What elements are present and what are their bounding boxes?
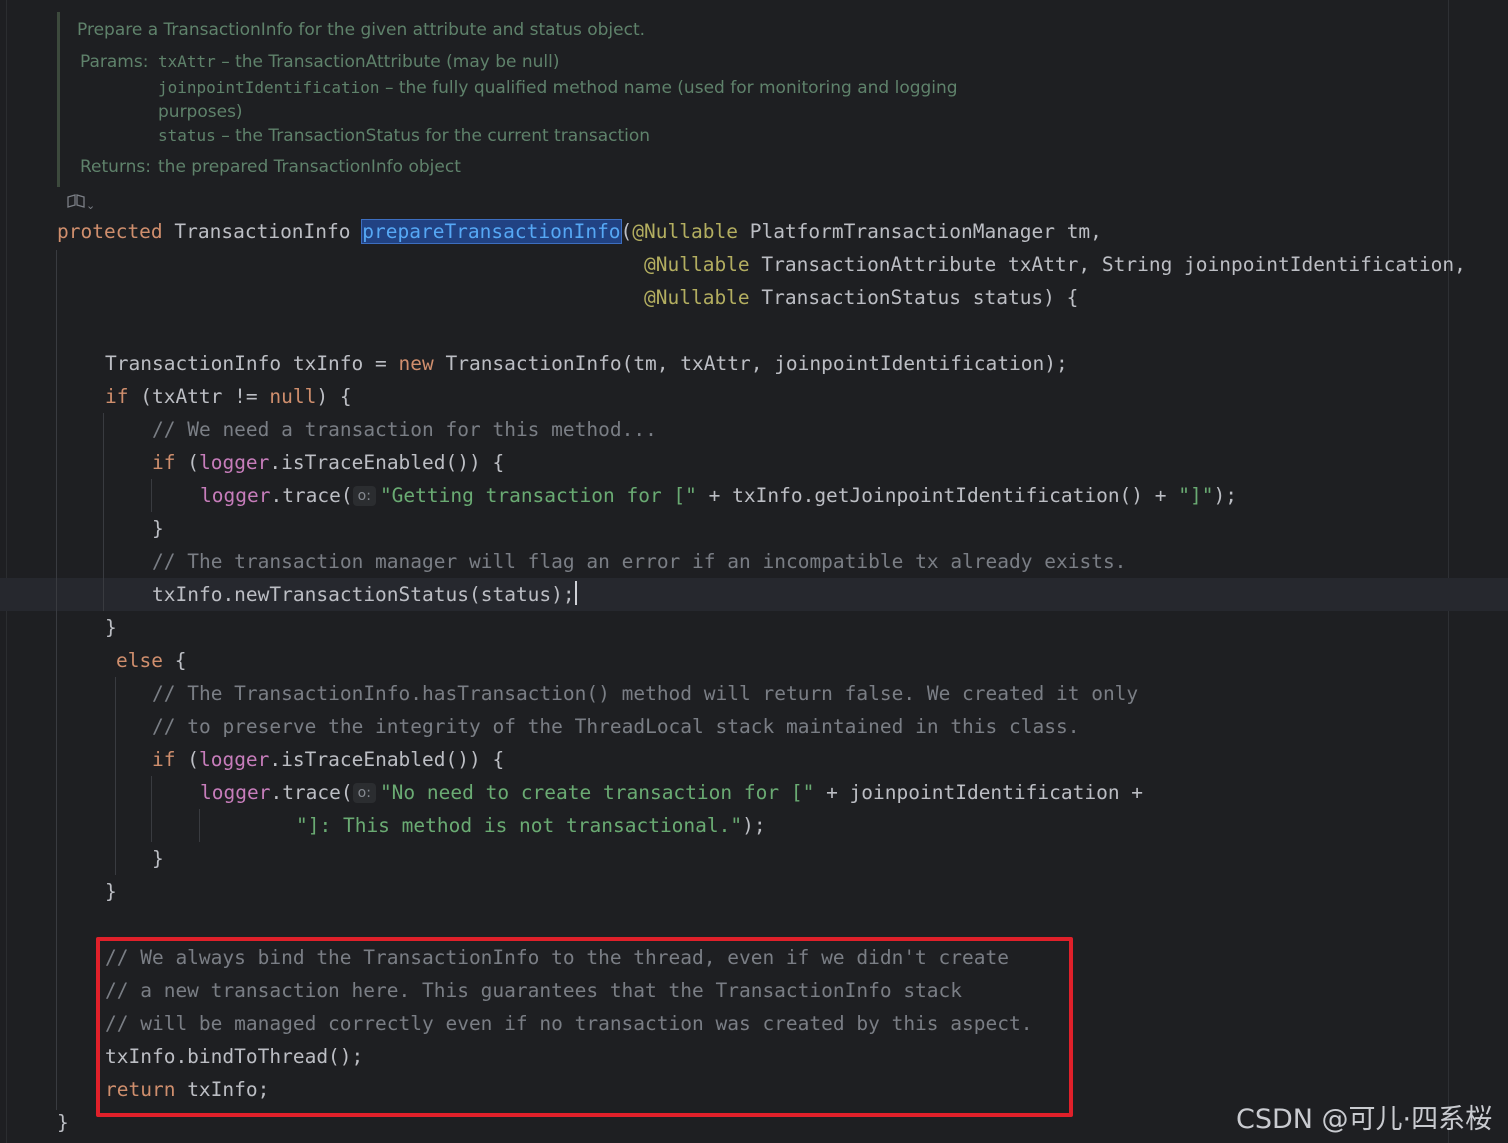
indent-guide (151, 479, 152, 512)
indent-guide (103, 413, 104, 611)
javadoc-block: Prepare a TransactionInfo for the given … (57, 12, 1020, 187)
code-line-trace-cont[interactable]: "]: This method is not transactional."); (296, 809, 766, 842)
parameter-hint: o: (352, 486, 376, 506)
code-line-brace[interactable]: } (152, 512, 164, 545)
indent-guide (151, 776, 152, 842)
code-line-if-trace[interactable]: if (logger.isTraceEnabled()) { (152, 743, 504, 776)
code-line-if-txattr[interactable]: if (txAttr != null) { (105, 380, 352, 413)
code-line-comment[interactable]: // The transaction manager will flag an … (152, 545, 1126, 578)
right-margin-guide (1448, 0, 1449, 1143)
doc-params-label: Params: (80, 52, 149, 72)
code-line-if-trace[interactable]: if (logger.isTraceEnabled()) { (152, 446, 504, 479)
code-line-brace[interactable]: } (105, 875, 117, 908)
reader-mode-toggle-icon[interactable]: ⌄ (66, 193, 95, 213)
parameter-hint: o: (352, 783, 376, 803)
annotation-highlight-box (96, 937, 1073, 1117)
doc-summary: Prepare a TransactionInfo for the given … (77, 20, 646, 40)
indent-guide (115, 677, 116, 875)
doc-returns-text: the prepared TransactionInfo object (158, 157, 461, 177)
text-caret (574, 581, 577, 605)
indent-guide (199, 809, 200, 842)
code-line-signature-1[interactable]: protected TransactionInfo prepareTransac… (57, 215, 1102, 248)
code-line-new-status[interactable]: txInfo.newTransactionStatus(status); (152, 578, 577, 611)
doc-param-status: status – the TransactionStatus for the c… (158, 126, 651, 146)
doc-returns-label: Returns: (80, 157, 151, 177)
method-name-selection[interactable]: prepareTransactionInfo (361, 219, 622, 244)
doc-param-joinpoint: joinpointIdentification – the fully qual… (158, 78, 958, 98)
code-line-comment[interactable]: // The TransactionInfo.hasTransaction() … (152, 677, 1138, 710)
gutter-divider (6, 0, 7, 1143)
watermark: CSDN @可儿·四系桜 (1236, 1104, 1493, 1135)
doc-param-txattr: txAttr – the TransactionAttribute (may b… (158, 52, 560, 72)
reader-mode-icon (67, 194, 85, 208)
code-line-signature-2[interactable]: @Nullable TransactionAttribute txAttr, S… (644, 248, 1466, 281)
code-line-comment[interactable]: // We need a transaction for this method… (152, 413, 657, 446)
code-line-logger-trace[interactable]: logger.trace(o: "No need to create transa… (200, 776, 1143, 809)
code-line-else[interactable]: else { (116, 644, 186, 677)
code-line-txinfo-decl[interactable]: TransactionInfo txInfo = new Transaction… (105, 347, 1068, 380)
indent-guide (56, 250, 57, 1110)
doc-param-joinpoint-cont: purposes) (158, 102, 243, 122)
code-line-brace[interactable]: } (57, 1106, 69, 1139)
code-line-logger-trace[interactable]: logger.trace(o: "Getting transaction for … (200, 479, 1237, 512)
code-line-comment[interactable]: // to preserve the integrity of the Thre… (152, 710, 1079, 743)
code-line-brace[interactable]: } (152, 842, 164, 875)
code-line-signature-3[interactable]: @Nullable TransactionStatus status) { (644, 281, 1078, 314)
code-line-brace[interactable]: } (105, 611, 117, 644)
